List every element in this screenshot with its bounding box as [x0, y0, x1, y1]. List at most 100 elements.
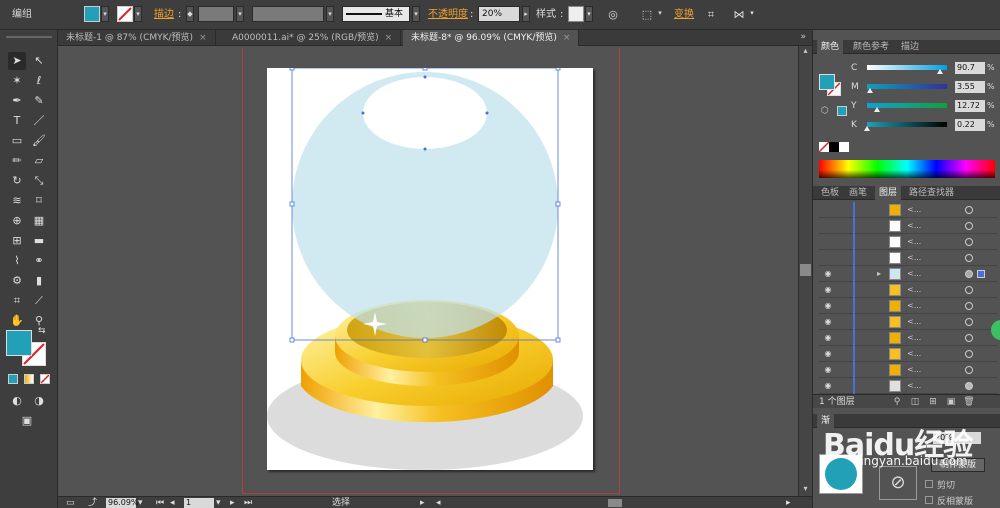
tab-stroke[interactable]: 描边: [897, 40, 923, 54]
mask-placeholder[interactable]: ⊘: [879, 466, 917, 500]
scroll-thumb[interactable]: [800, 264, 811, 276]
page-icon[interactable]: ▭: [66, 497, 75, 508]
white-swatch[interactable]: [839, 142, 849, 152]
symbol-sprayer-tool-icon[interactable]: ⚙: [8, 272, 26, 290]
close-icon[interactable]: ×: [199, 33, 207, 43]
color-mode-button[interactable]: [8, 374, 18, 384]
target-icon[interactable]: [965, 334, 973, 342]
graphic-style-dropdown[interactable]: ▾: [585, 6, 593, 22]
layer-row[interactable]: <...: [819, 250, 997, 266]
opacity-label[interactable]: 不透明度: [428, 6, 468, 24]
visibility-eye-icon[interactable]: ◉: [822, 333, 834, 343]
make-clipping-mask-icon[interactable]: ◫: [909, 396, 921, 408]
transparency-opacity-field[interactable]: 20%: [933, 432, 981, 444]
black-swatch[interactable]: [829, 142, 839, 152]
target-icon[interactable]: [965, 222, 973, 230]
target-icon[interactable]: [965, 254, 973, 262]
transform-link[interactable]: 变换: [674, 6, 694, 24]
artboard-tool-icon[interactable]: ⌗: [8, 292, 26, 310]
status-menu-icon[interactable]: ▸: [420, 497, 425, 508]
none-swatch[interactable]: [818, 141, 830, 153]
width-tool-icon[interactable]: ≋: [8, 192, 26, 210]
paintbrush-tool-icon[interactable]: 🖌: [30, 132, 48, 150]
selection-tool-icon[interactable]: ➤: [8, 52, 26, 70]
stroke-dropdown[interactable]: ▾: [134, 6, 142, 22]
magenta-value[interactable]: 3.55: [955, 81, 985, 93]
scale-tool-icon[interactable]: ⤡: [30, 172, 48, 190]
zoom-dropdown[interactable]: ▾: [138, 497, 143, 508]
fill-swatch[interactable]: [84, 6, 100, 22]
export-icon[interactable]: ⤴: [88, 497, 97, 508]
artboard-dropdown[interactable]: ▾: [216, 497, 221, 508]
layer-row[interactable]: ◉ <...: [819, 378, 997, 394]
target-icon[interactable]: [965, 350, 973, 358]
more-options-dropdown[interactable]: ▾: [748, 6, 756, 22]
tab-gradient[interactable]: 渐: [817, 414, 835, 428]
target-icon[interactable]: [965, 302, 973, 310]
canvas-area[interactable]: [58, 46, 798, 496]
rectangle-tool-icon[interactable]: ▭: [8, 132, 26, 150]
opacity-field[interactable]: 20%: [478, 6, 520, 22]
eraser-tool-icon[interactable]: ▱: [30, 152, 48, 170]
recolor-artwork-icon[interactable]: ◎: [604, 6, 622, 24]
black-thumb[interactable]: [864, 126, 871, 131]
draw-normal-icon[interactable]: ◐: [8, 392, 26, 410]
expand-arrow-icon[interactable]: ▸: [877, 266, 881, 282]
curvature-tool-icon[interactable]: ✎: [30, 92, 48, 110]
target-icon[interactable]: [965, 270, 973, 278]
tab-layers[interactable]: 图层: [875, 186, 902, 200]
layer-row[interactable]: ◉ <...: [819, 346, 997, 362]
stroke-weight-dropdown[interactable]: ▾: [236, 6, 244, 22]
tab-color[interactable]: 颜色: [817, 40, 844, 54]
tab-color-guide[interactable]: 颜色参考: [849, 40, 893, 54]
vertical-scrollbar[interactable]: ▴ ▾: [798, 46, 812, 496]
pen-tool-icon[interactable]: ✒: [8, 92, 26, 110]
stroke-weight-stepper[interactable]: ◆: [186, 6, 194, 22]
type-tool-icon[interactable]: T: [8, 112, 26, 130]
magenta-slider[interactable]: M 3.55 %: [851, 81, 999, 95]
selected-indicator[interactable]: [977, 270, 985, 278]
stroke-swatch[interactable]: [117, 6, 133, 22]
new-sublayer-icon[interactable]: ⊞: [927, 396, 939, 408]
clip-checkbox[interactable]: [925, 480, 933, 488]
gradient-tool-icon[interactable]: ▬: [30, 232, 48, 250]
layer-row[interactable]: ◉ <...: [819, 362, 997, 378]
last-artboard-icon[interactable]: ⏭: [244, 497, 252, 508]
hand-tool-icon[interactable]: ✋: [8, 312, 26, 330]
layer-row[interactable]: ◉ ▸ <...: [819, 266, 997, 282]
trash-icon[interactable]: 🗑: [963, 396, 975, 408]
target-icon[interactable]: [965, 286, 973, 294]
stroke-label[interactable]: 描边: [154, 6, 174, 24]
target-icon[interactable]: [965, 366, 973, 374]
opacity-dropdown[interactable]: ▸: [522, 6, 530, 22]
blend-tool-icon[interactable]: ⚭: [30, 252, 48, 270]
target-icon[interactable]: [965, 238, 973, 246]
layer-row[interactable]: ◉ <...: [819, 314, 997, 330]
first-artboard-icon[interactable]: ⏮: [156, 497, 164, 508]
locate-object-icon[interactable]: ⚲: [891, 396, 903, 408]
brush-dropdown[interactable]: ▾: [412, 6, 420, 22]
cyan-value[interactable]: 90.7: [955, 62, 985, 74]
tab-swatches[interactable]: 色板: [817, 186, 843, 200]
visibility-eye-icon[interactable]: ◉: [822, 269, 834, 279]
visibility-eye-icon[interactable]: ◉: [822, 317, 834, 327]
magenta-thumb[interactable]: [866, 88, 873, 93]
layer-row[interactable]: <...: [819, 234, 997, 250]
artboard-field[interactable]: 1: [184, 498, 214, 508]
visibility-eye-icon[interactable]: ◉: [822, 349, 834, 359]
fill-color-box[interactable]: [6, 330, 32, 356]
stroke-weight-field[interactable]: [198, 6, 234, 22]
tools-grip[interactable]: [6, 36, 52, 38]
transform-icon[interactable]: ⌗: [702, 6, 720, 24]
cyan-slider[interactable]: C 90.7 %: [851, 62, 999, 76]
free-transform-tool-icon[interactable]: ⌑: [30, 192, 48, 210]
visibility-eye-icon[interactable]: ◉: [822, 381, 834, 391]
tab-document-1[interactable]: 未标题-1 @ 87% (CMYK/预览) ×: [58, 30, 216, 46]
slice-tool-icon[interactable]: ⟋: [30, 292, 48, 310]
tab-overflow-icon[interactable]: »: [800, 32, 806, 42]
layer-row[interactable]: <...: [819, 218, 997, 234]
direct-selection-tool-icon[interactable]: ↖: [30, 52, 48, 70]
layer-row[interactable]: ◉ <...: [819, 330, 997, 346]
column-graph-tool-icon[interactable]: ▮: [30, 272, 48, 290]
align-dropdown[interactable]: ▾: [656, 6, 664, 22]
